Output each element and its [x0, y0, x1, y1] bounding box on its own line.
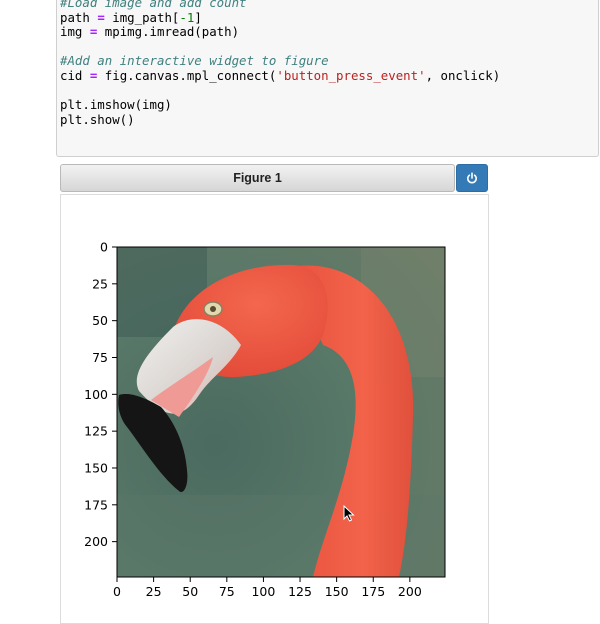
- y-tick-label: 0: [100, 240, 108, 255]
- code-line: plt.imshow(img): [60, 97, 598, 113]
- code-line: #Add an interactive widget to figure: [60, 54, 598, 69]
- figure-title: Figure 1: [233, 171, 282, 185]
- y-tick-label: 50: [92, 313, 108, 328]
- code-editor[interactable]: #Load image and add count path = img_path…: [57, 0, 598, 127]
- power-button[interactable]: [456, 164, 488, 192]
- code-token: path: [60, 9, 98, 25]
- x-tick-label: 0: [113, 584, 121, 599]
- code-token: fig.canvas.mpl_connect(: [97, 67, 277, 83]
- x-tick-label: 50: [182, 584, 198, 599]
- flamingo-image: [117, 247, 445, 577]
- code-line: path = img_path[-1]: [60, 9, 598, 26]
- x-tick-label: 175: [361, 584, 385, 599]
- figure-header[interactable]: Figure 1: [60, 164, 455, 192]
- code-token: , onclick): [425, 67, 501, 83]
- x-tick-label: 25: [146, 584, 162, 599]
- x-tick-label: 150: [325, 584, 349, 599]
- code-token: img: [60, 24, 90, 40]
- code-token: #Add an interactive widget to figure: [60, 53, 329, 69]
- y-tick-label: 175: [84, 497, 108, 512]
- code-cell[interactable]: #Load image and add count path = img_path…: [56, 0, 599, 157]
- x-tick-label: 75: [219, 584, 235, 599]
- y-tick-label: 75: [92, 350, 108, 365]
- code-token: =: [97, 9, 105, 25]
- code-token: -1: [179, 9, 195, 25]
- code-line: plt.show(): [60, 111, 598, 128]
- y-tick-label: 150: [84, 460, 108, 475]
- code-token: plt.show(): [60, 111, 135, 127]
- y-tick-label: 200: [84, 534, 108, 549]
- code-token: #Load image and add count: [60, 0, 247, 10]
- x-tick-label: 200: [398, 584, 422, 599]
- code-token: img_path[: [104, 9, 180, 25]
- code-token: 'button_press_event': [276, 67, 426, 83]
- y-tick-label: 25: [92, 276, 108, 291]
- code-token: ]: [194, 9, 202, 25]
- power-icon: [467, 172, 477, 184]
- mouse-cursor-icon: [343, 505, 355, 522]
- code-line: cid = fig.canvas.mpl_connect('button_pre…: [60, 67, 598, 84]
- figure-canvas[interactable]: 0 25 50 75 100 125 150 175 200 0 25 50 75 100 125 150 1…: [60, 194, 489, 624]
- plot-area[interactable]: 0 25 50 75 100 125 150 175 200 0 25 50 75 100 125 150 1…: [61, 195, 488, 623]
- code-token: plt.imshow(img): [60, 97, 172, 113]
- code-token: cid: [60, 67, 90, 83]
- code-line: img = mpimg.imread(path): [60, 24, 598, 40]
- figure-widget: Figure 1 0 25 50 75 100 125 150 175 200 …: [60, 164, 489, 624]
- y-tick-label: 100: [84, 387, 108, 402]
- x-tick-label: 125: [288, 584, 312, 599]
- y-tick-label: 125: [84, 424, 108, 439]
- x-tick-label: 100: [251, 584, 275, 599]
- code-token: mpimg.imread(path): [97, 24, 240, 40]
